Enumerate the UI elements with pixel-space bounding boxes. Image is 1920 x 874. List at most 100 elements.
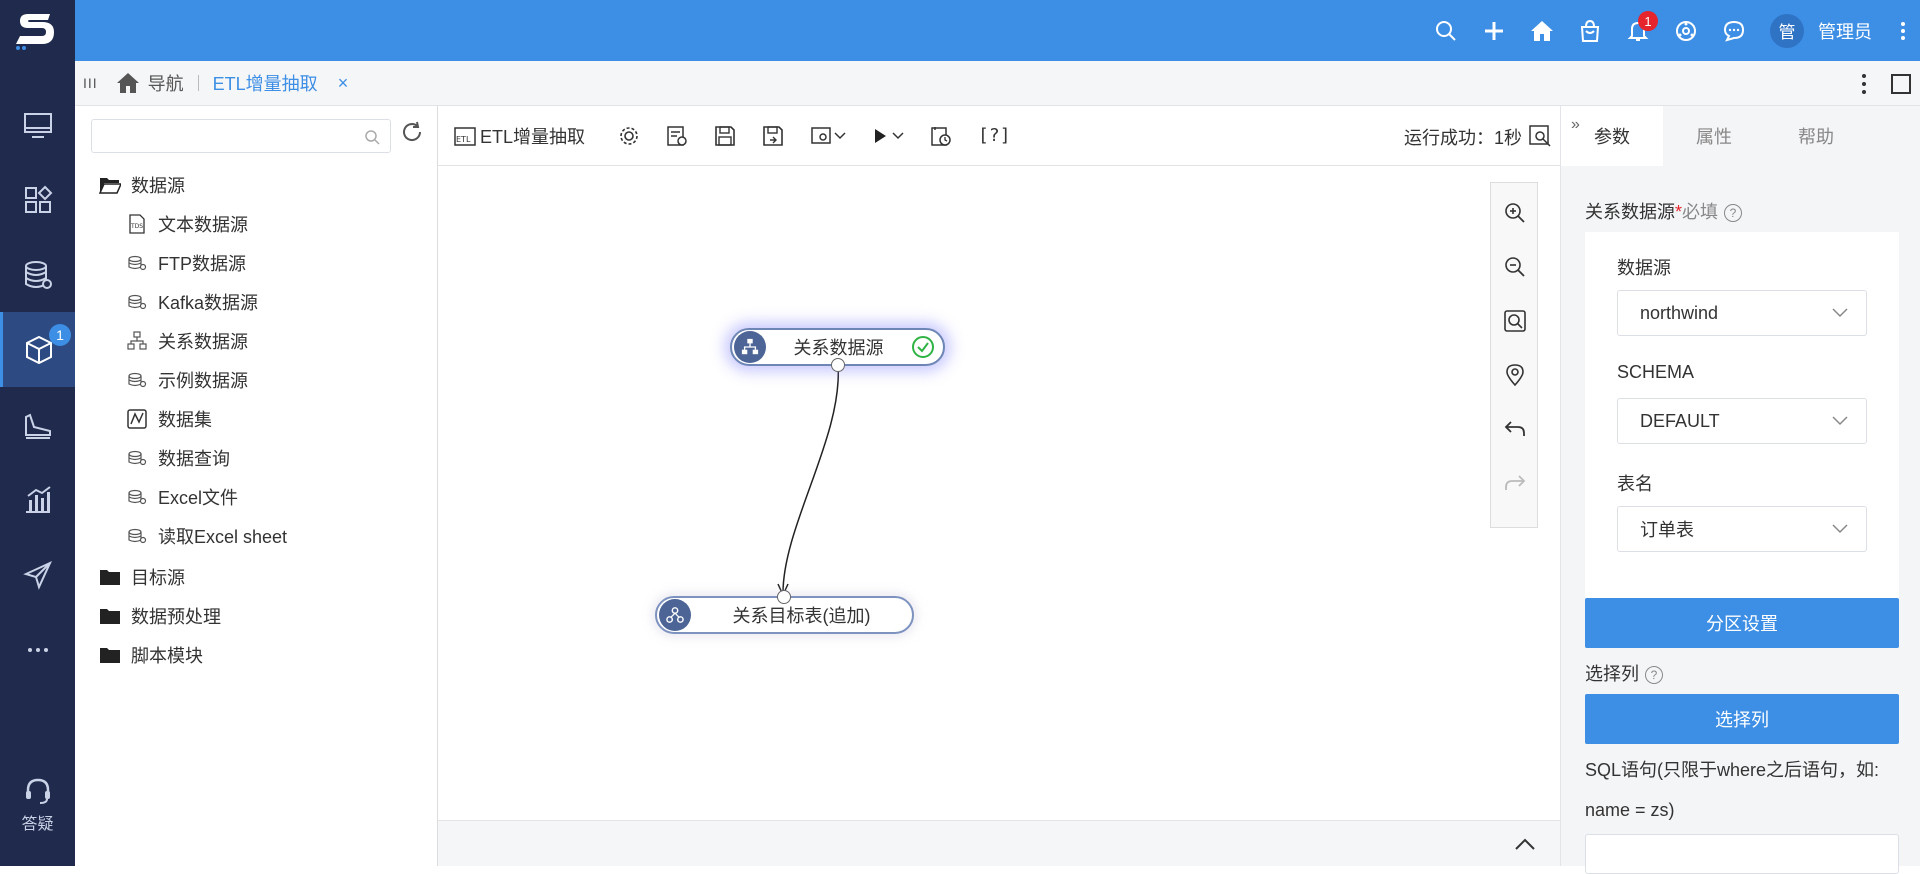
tree-item-sample-source[interactable]: 示例数据源	[126, 365, 248, 395]
kebab-icon[interactable]	[1852, 72, 1876, 96]
tree-item-label: 示例数据源	[158, 371, 248, 391]
tree-search-input[interactable]	[91, 119, 391, 153]
help-circle-icon[interactable]: ?	[1645, 666, 1663, 685]
username[interactable]: 管理员	[1818, 18, 1872, 44]
messages-button[interactable]	[1710, 0, 1758, 61]
datasource-config-card: 数据源 northwind SCHEMA DEFAULT 表名 订单表	[1585, 232, 1899, 602]
tab-params[interactable]: 参数	[1561, 106, 1663, 166]
avatar[interactable]: 管	[1770, 13, 1804, 48]
tree-folder-target[interactable]: 目标源	[99, 562, 185, 592]
nav-chart[interactable]	[0, 462, 75, 537]
folder-icon	[100, 570, 120, 585]
tree-item-dataset[interactable]: 数据集	[126, 404, 212, 434]
modules-icon	[24, 185, 52, 213]
tree-item-label: 关系数据源	[158, 332, 248, 352]
database-link-icon	[128, 294, 147, 310]
table-value: 订单表	[1640, 520, 1694, 540]
tree-folder-datasource[interactable]: 数据源	[99, 170, 185, 200]
columns-label: 选择列?	[1585, 660, 1663, 686]
sql-input[interactable]	[1585, 834, 1899, 874]
help-circle-icon[interactable]: ?	[1724, 204, 1743, 223]
tab-home-label: 导航	[147, 74, 184, 94]
properties-tabs: 参数 属性 帮助	[1561, 106, 1920, 166]
settings-wheel-icon	[1676, 20, 1696, 41]
search-icon	[1436, 20, 1456, 41]
tab-properties-label: 属性	[1696, 127, 1732, 147]
add-button[interactable]	[1470, 0, 1518, 61]
tree-folder-preprocess[interactable]: 数据预处理	[99, 601, 221, 631]
relational-icon	[127, 331, 147, 350]
nav-desktop[interactable]	[0, 87, 75, 162]
required-mark: *	[1675, 202, 1683, 222]
app-logo[interactable]	[0, 0, 75, 61]
tab-help[interactable]: 帮助	[1765, 106, 1867, 166]
select-columns-button[interactable]: 选择列	[1585, 694, 1899, 744]
sidebar-toggle[interactable]: III	[83, 75, 98, 91]
paper-plane-icon	[22, 560, 52, 590]
tab-properties[interactable]: 属性	[1663, 106, 1765, 166]
notification-badge: 1	[1638, 11, 1658, 31]
nav-publish[interactable]	[0, 537, 75, 612]
tab-close-button[interactable]: ×	[338, 73, 349, 94]
tree-folder-script[interactable]: 脚本模块	[99, 640, 203, 670]
nav-datasource[interactable]	[0, 237, 75, 312]
section-label-text: 关系数据源	[1585, 202, 1675, 222]
folder-icon	[100, 609, 120, 624]
datasource-label: 数据源	[1617, 258, 1671, 278]
datasource-value: northwind	[1640, 302, 1719, 323]
home-button[interactable]	[1518, 0, 1566, 61]
more-menu-button[interactable]	[1886, 0, 1920, 61]
datasource-icon	[24, 260, 52, 289]
tree-item-excel-sheet[interactable]: 读取Excel sheet	[126, 521, 287, 551]
sql-label-line2: name = zs)	[1585, 800, 1675, 820]
panel-collapse-button[interactable]: »	[1571, 116, 1580, 134]
database-link-icon	[128, 489, 147, 505]
columns-label-text: 选择列	[1585, 664, 1639, 684]
plus-icon	[1485, 21, 1503, 40]
dataset-icon	[127, 409, 147, 429]
datasource-select[interactable]: northwind	[1617, 290, 1867, 336]
tree-item-label: FTP数据源	[158, 254, 246, 274]
plugins-button[interactable]	[1662, 0, 1710, 61]
tab-etl-active[interactable]: ETL增量抽取	[213, 70, 318, 96]
target-input-port[interactable]	[777, 590, 791, 604]
partition-settings-button[interactable]: 分区设置	[1585, 598, 1899, 648]
tree-item-excel-file[interactable]: Excel文件	[126, 482, 238, 512]
tree-folder-label: 目标源	[131, 568, 185, 588]
flow-node-target-label: 关系目标表(追加)	[732, 606, 871, 626]
schema-select[interactable]: DEFAULT	[1617, 398, 1867, 444]
headset-icon	[25, 778, 50, 804]
nav-analysis[interactable]	[0, 387, 75, 462]
search-button[interactable]	[1422, 0, 1470, 61]
maximize-icon[interactable]	[1890, 73, 1912, 95]
chevron-down-icon	[1832, 308, 1848, 318]
chevron-up-icon[interactable]	[1514, 837, 1536, 851]
canvas-bottom-bar	[438, 820, 1560, 866]
tree-item-ftp-source[interactable]: FTP数据源	[126, 248, 246, 278]
analysis-icon	[24, 413, 51, 439]
source-output-port[interactable]	[831, 358, 845, 372]
tree-item-query[interactable]: 数据查询	[126, 443, 230, 473]
home-icon	[116, 73, 139, 93]
notifications-button[interactable]: 1	[1614, 0, 1662, 61]
tree-folder-label: 数据预处理	[131, 607, 221, 627]
nav-etl[interactable]: 1	[0, 312, 75, 387]
flow-node-source-label: 关系数据源	[793, 338, 884, 358]
help-qa[interactable]: 答疑	[0, 776, 75, 856]
tree-folder-label: 数据源	[131, 176, 185, 196]
top-bar: 1 管 管理员	[0, 0, 1920, 61]
table-select[interactable]: 订单表	[1617, 506, 1867, 552]
home-icon	[1531, 20, 1553, 41]
refresh-icon[interactable]	[400, 120, 424, 144]
chevron-down-icon	[1832, 524, 1848, 534]
tree-item-text-source[interactable]: TDS 文本数据源	[126, 209, 248, 239]
nav-more[interactable]	[0, 612, 75, 687]
tab-home[interactable]: 导航	[116, 70, 184, 96]
chevron-down-icon	[1832, 416, 1848, 426]
left-nav: 1 答疑	[0, 61, 75, 866]
store-button[interactable]	[1566, 0, 1614, 61]
tree-item-kafka-source[interactable]: Kafka数据源	[126, 287, 258, 317]
tree-item-relational-source[interactable]: 关系数据源	[126, 326, 248, 356]
tree-item-label: 数据查询	[158, 449, 230, 469]
nav-modules[interactable]	[0, 162, 75, 237]
